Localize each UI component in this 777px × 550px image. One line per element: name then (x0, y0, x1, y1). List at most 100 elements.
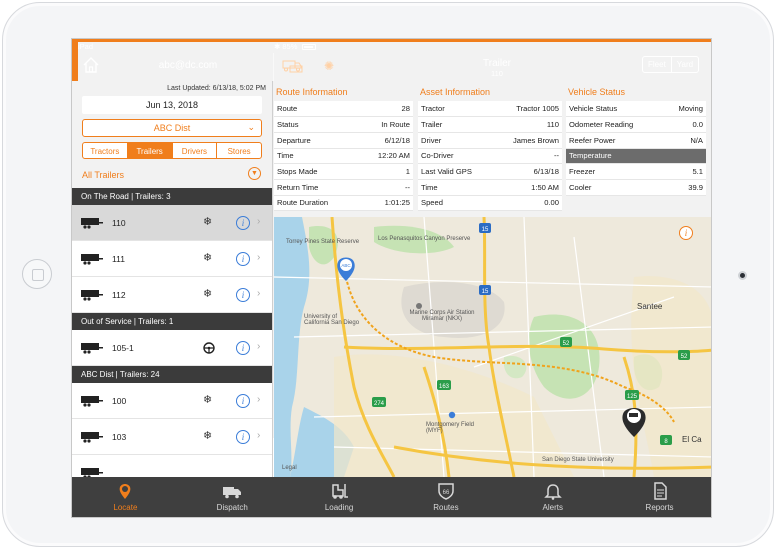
info-icon[interactable]: i (236, 430, 250, 444)
bluetooth-icon: ✱ (274, 42, 281, 51)
table-row: Freezer 5.1 (566, 163, 706, 180)
shield-52a-label: 52 (563, 341, 570, 347)
steering-wheel-icon (203, 342, 215, 354)
filter-icon[interactable]: ▼ (248, 167, 261, 180)
tab-drivers[interactable]: Drivers (171, 143, 217, 158)
table-row: Status In Route (274, 116, 413, 133)
info-icon[interactable]: i (236, 288, 250, 302)
shield-15a-label: 15 (482, 227, 489, 233)
tab-locate[interactable]: Locate (72, 477, 179, 517)
map-info-icon[interactable]: i (679, 226, 693, 240)
row-label: Freezer (566, 163, 664, 180)
route-information-panel: Route Information Route 28 Status In Route… (274, 81, 413, 215)
tab-loading[interactable]: Loading (286, 477, 393, 517)
tab-label: Alerts (542, 503, 563, 512)
store-pin[interactable] (337, 257, 355, 282)
tab-trailers[interactable]: Trailers (126, 143, 172, 158)
row-value: 1:50 AM (493, 179, 562, 196)
row-label: Stops Made (274, 163, 358, 180)
row-value: -- (357, 179, 413, 196)
asset-type-tabs: Tractors Trailers Drivers Stores (82, 142, 262, 159)
detail-subtitle: 110 (491, 69, 503, 78)
asset-information-title: Asset Information (420, 87, 491, 97)
list-item[interactable]: 105-1 i › (72, 330, 272, 366)
fleet-trucks-icon[interactable] (282, 57, 308, 75)
row-value: 6/13/18 (493, 163, 562, 180)
fleet-button[interactable]: Fleet (643, 57, 671, 72)
route-shield-icon: 66 (438, 483, 454, 500)
settings-sun-icon[interactable]: ✺ (324, 59, 334, 73)
tab-alerts[interactable]: Alerts (499, 477, 606, 517)
locate-pin-icon (120, 484, 131, 499)
header-divider (273, 53, 274, 81)
list-item[interactable]: 103 ❄ i › (72, 419, 272, 455)
row-value: 28 (357, 101, 413, 118)
tab-routes[interactable]: 66 Routes (392, 477, 499, 517)
home-icon[interactable] (82, 56, 100, 74)
asset-information-panel: Asset Information Tractor Tractor 1005 Tr… (418, 81, 562, 215)
table-row: Vehicle Status Moving (566, 101, 706, 118)
map-label-torrey: Torrey Pines State Reserve (286, 239, 360, 245)
yard-button[interactable]: Yard (670, 57, 698, 72)
shield-125-label: 125 (627, 394, 638, 400)
table-row: Departure 6/12/18 (274, 132, 413, 149)
table-row: Time 12:20 AM (274, 148, 413, 165)
distribution-select[interactable]: ABC Dist ⌄ (82, 119, 262, 137)
row-label: Return Time (274, 179, 358, 196)
section-header: ABC Dist | Trailers: 24 (72, 366, 272, 383)
list-item[interactable] (72, 455, 272, 477)
row-label: Route Duration (274, 195, 358, 212)
chevron-right-icon: › (257, 288, 261, 299)
forklift-icon (332, 484, 349, 499)
map-view[interactable]: 15 15 52 52 163 274 125 8 ABC Torrey Pin… (274, 217, 711, 477)
detail-title: Trailer (483, 58, 511, 69)
info-icon[interactable]: i (236, 341, 250, 355)
chevron-right-icon: › (257, 252, 261, 263)
table-row: Co-Driver -- (418, 148, 562, 165)
row-label: Cooler (566, 179, 664, 196)
map-legal-link[interactable]: Legal (282, 465, 297, 471)
section-header: On The Road | Trailers: 3 (72, 188, 272, 205)
temperature-label: Temperature (566, 148, 706, 165)
table-row: Speed 0.00 (418, 195, 562, 212)
list-item[interactable]: 110 ❄ i › (72, 205, 272, 241)
shield-15b-label: 15 (482, 289, 489, 295)
bottom-tab-bar: Locate Dispatch Loading 66 Routes Alerts… (72, 477, 711, 517)
row-value: Moving (663, 101, 706, 118)
list-item[interactable]: 100 ❄ i › (72, 383, 272, 419)
row-label: Co-Driver (418, 148, 494, 165)
trailer-id: 110 (112, 218, 126, 228)
map-label-ucsd: University of California San Diego (304, 314, 360, 326)
chevron-right-icon: › (257, 341, 261, 352)
home-button[interactable] (22, 259, 52, 289)
fleet-yard-toggle: Fleet Yard (642, 56, 700, 73)
tab-tractors[interactable]: Tractors (83, 143, 127, 158)
info-icon[interactable]: i (236, 394, 250, 408)
trailer-pin[interactable] (622, 408, 646, 437)
list-item[interactable]: 111 ❄ i › (72, 241, 272, 277)
snowflake-icon: ❄ (203, 288, 213, 300)
date-picker[interactable]: Jun 13, 2018 (82, 96, 262, 114)
list-item[interactable]: 112 ❄ i › (72, 277, 272, 313)
trailer-id: 105-1 (112, 343, 134, 353)
list-title: All Trailers (82, 170, 125, 180)
table-row: Route 28 (274, 101, 413, 118)
info-icon[interactable]: i (236, 216, 250, 230)
table-row: Trailer 110 (418, 116, 562, 133)
sidebar: Last Updated: 6/13/18, 5:02 PM Jun 13, 2… (72, 81, 273, 477)
tab-reports[interactable]: Reports (606, 477, 711, 517)
map-canvas: 15 15 52 52 163 274 125 8 ABC (274, 217, 711, 477)
temperature-subheader: Temperature (566, 148, 706, 165)
tab-stores[interactable]: Stores (216, 143, 261, 158)
row-value: 110 (493, 116, 562, 133)
tab-dispatch[interactable]: Dispatch (179, 477, 286, 517)
info-icon[interactable]: i (236, 252, 250, 266)
chevron-right-icon: › (257, 430, 261, 441)
row-label: Tractor (418, 101, 494, 118)
table-row: Return Time -- (274, 179, 413, 196)
tab-label: Reports (645, 503, 674, 512)
airfield-marker (416, 303, 422, 309)
row-label: Odometer Reading (566, 116, 664, 133)
trailer-icon (81, 218, 103, 229)
row-label: Reefer Power (566, 132, 664, 149)
